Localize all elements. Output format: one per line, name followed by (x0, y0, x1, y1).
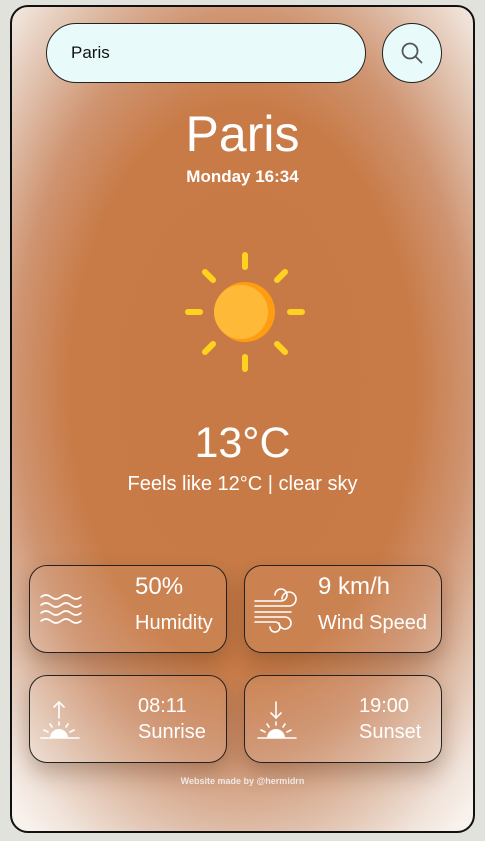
sunrise-card: 08:11 Sunrise (29, 675, 227, 763)
search-icon (401, 42, 423, 64)
wind-icon (254, 588, 297, 633)
humidity-value: 50% (135, 573, 184, 600)
wind-label: Wind Speed (318, 612, 427, 634)
sunset-icon (257, 701, 297, 739)
sunrise-label: Sunrise (138, 721, 206, 743)
sunset-label: Sunset (359, 721, 422, 743)
sunset-time: 19:00 (359, 695, 410, 717)
humidity-card: 50% Humidity (29, 565, 227, 653)
search-bar (46, 23, 443, 83)
wind-card: 9 km/h Wind Speed (244, 565, 442, 653)
temperature: 13°C (194, 419, 291, 467)
sun-icon (185, 252, 305, 372)
city-name: Paris (185, 106, 300, 162)
search-button[interactable] (382, 23, 442, 83)
sunset-card: 19:00 Sunset (244, 675, 442, 763)
sunrise-time: 08:11 (138, 695, 187, 717)
weather-description: Feels like 12°C | clear sky (127, 473, 358, 495)
date-time: Monday 16:34 (186, 167, 299, 186)
sunrise-icon (40, 700, 80, 739)
water-waves-icon (40, 594, 82, 624)
weather-app: Paris Monday 16:34 13°C Feels like 12°C … (10, 5, 475, 833)
wind-value: 9 km/h (318, 573, 391, 600)
footer-credit: Website made by @hermidrn (180, 776, 305, 786)
humidity-label: Humidity (135, 612, 213, 634)
search-input[interactable] (46, 23, 366, 83)
